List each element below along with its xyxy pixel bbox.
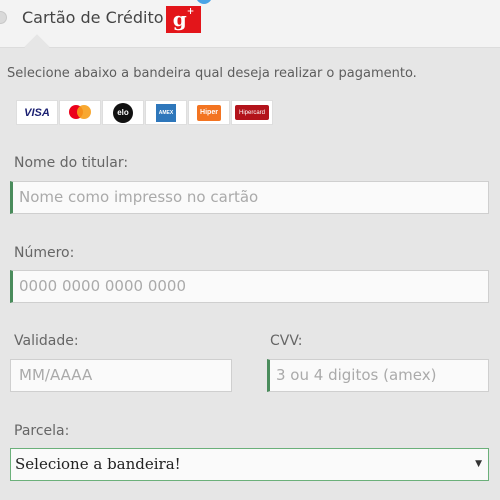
brand-hiper-button[interactable]: Hiper bbox=[188, 100, 230, 125]
holder-name-input[interactable]: Nome como impresso no cartão bbox=[10, 181, 489, 214]
expiry-label: Validade: bbox=[14, 333, 79, 349]
installments-select[interactable]: Selecione a bandeira! ▼ bbox=[10, 448, 489, 481]
card-brand-list: VISA elo AMEX Hiper Hipercard bbox=[16, 100, 273, 125]
brand-hipercard-button[interactable]: Hipercard bbox=[231, 100, 273, 125]
cvv-input[interactable]: 3 ou 4 digitos (amex) bbox=[267, 359, 489, 392]
holder-name-label: Nome do titular: bbox=[14, 155, 129, 171]
card-number-label: Número: bbox=[14, 245, 75, 261]
payment-method-title: Cartão de Crédito bbox=[22, 8, 164, 27]
expiry-input[interactable]: MM/AAAA bbox=[10, 359, 232, 392]
payment-method-header[interactable]: Cartão de Crédito g+ bbox=[0, 0, 500, 48]
instruction-text: Selecione abaixo a bandeira qual deseja … bbox=[7, 66, 417, 81]
brand-accent-shape bbox=[196, 0, 212, 4]
brand-logo-superscript: + bbox=[186, 7, 195, 17]
installments-selected-value: Selecione a bandeira! bbox=[15, 455, 181, 473]
installments-label: Parcela: bbox=[14, 423, 70, 439]
brand-logo: g+ bbox=[166, 6, 201, 33]
brand-amex-button[interactable]: AMEX bbox=[145, 100, 187, 125]
cvv-label: CVV: bbox=[270, 333, 303, 349]
amex-logo-icon: AMEX bbox=[156, 103, 176, 122]
hipercard-logo-icon: Hipercard bbox=[235, 105, 269, 120]
brand-visa-button[interactable]: VISA bbox=[16, 100, 58, 125]
brand-mastercard-button[interactable] bbox=[59, 100, 101, 125]
chevron-down-icon: ▼ bbox=[475, 459, 482, 469]
hiper-logo-icon: Hiper bbox=[197, 104, 221, 121]
mastercard-logo-icon bbox=[67, 104, 93, 121]
card-number-input[interactable]: 0000 0000 0000 0000 bbox=[10, 270, 489, 303]
elo-logo-icon: elo bbox=[113, 102, 133, 123]
brand-elo-button[interactable]: elo bbox=[102, 100, 144, 125]
visa-logo-icon: VISA bbox=[24, 106, 50, 119]
payment-method-radio[interactable] bbox=[0, 11, 7, 24]
brand-logo-letter: g bbox=[172, 7, 187, 31]
